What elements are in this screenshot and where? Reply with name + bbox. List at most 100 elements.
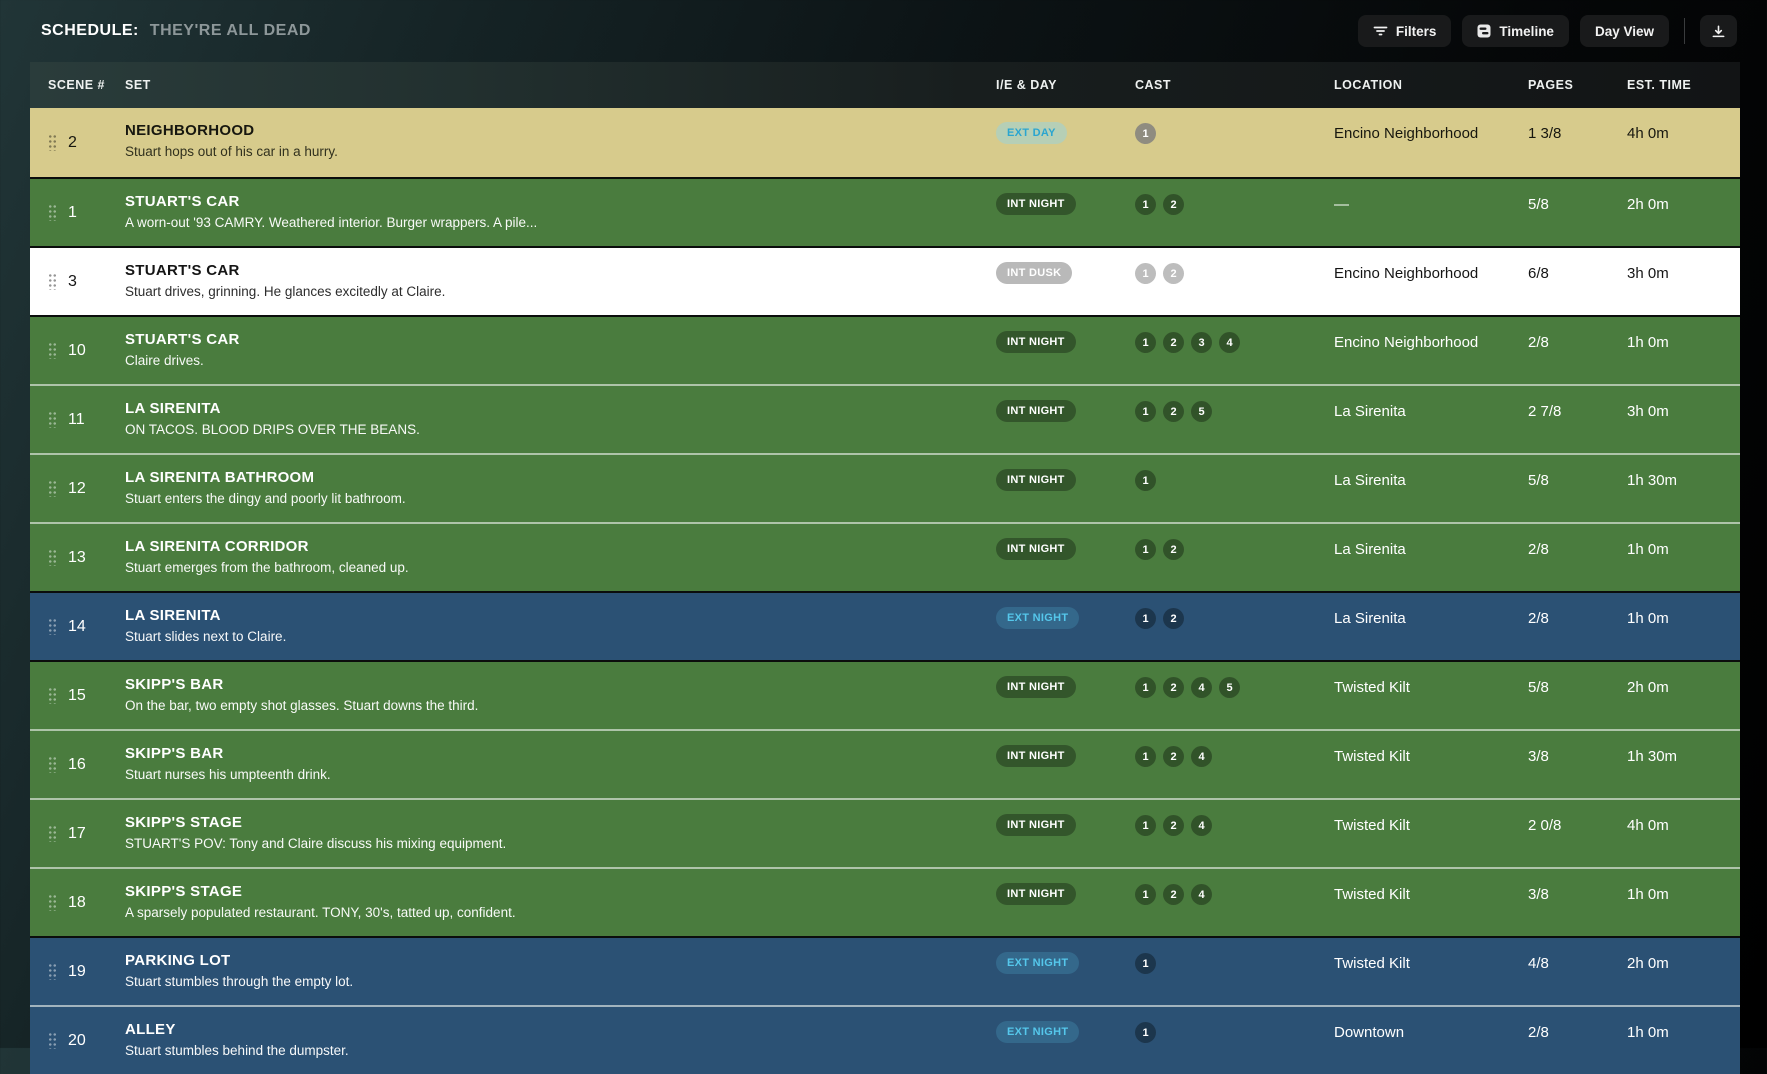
ie-day-cell: INT NIGHT	[992, 524, 1135, 591]
timeline-button[interactable]: Timeline	[1462, 15, 1569, 47]
cast-member-badge[interactable]: 2	[1163, 815, 1184, 836]
scene-cell: 12	[30, 455, 125, 522]
drag-handle-icon[interactable]	[48, 963, 57, 980]
cast-member-badge[interactable]: 2	[1163, 263, 1184, 284]
scene-row[interactable]: 3 STUART'S CAR Stuart drives, grinning. …	[30, 246, 1740, 315]
ie-day-badge: INT NIGHT	[996, 400, 1076, 422]
set-cell: ALLEY Stuart stumbles behind the dumpste…	[125, 1007, 992, 1074]
scene-row[interactable]: 10 STUART'S CAR Claire drives. INT NIGHT…	[30, 315, 1740, 384]
cast-member-badge[interactable]: 5	[1191, 401, 1212, 422]
scene-row[interactable]: 14 LA SIRENITA Stuart slides next to Cla…	[30, 591, 1740, 660]
ie-day-badge: INT NIGHT	[996, 814, 1076, 836]
cast-member-badge[interactable]: 1	[1135, 539, 1156, 560]
drag-handle-icon[interactable]	[48, 618, 57, 635]
scene-row[interactable]: 13 LA SIRENITA CORRIDOR Stuart emerges f…	[30, 522, 1740, 591]
cast-member-badge[interactable]: 4	[1191, 815, 1212, 836]
drag-handle-icon[interactable]	[48, 342, 57, 359]
cast-member-badge[interactable]: 2	[1163, 677, 1184, 698]
col-header-location: LOCATION	[1330, 78, 1528, 92]
cast-member-badge[interactable]: 4	[1191, 746, 1212, 767]
ie-day-cell: EXT NIGHT	[992, 1007, 1135, 1074]
cast-member-badge[interactable]: 1	[1135, 953, 1156, 974]
drag-handle-icon[interactable]	[48, 825, 57, 842]
set-cell: STUART'S CAR Claire drives.	[125, 317, 992, 384]
filters-button[interactable]: Filters	[1358, 15, 1452, 47]
drag-handle-icon[interactable]	[48, 411, 57, 428]
set-cell: STUART'S CAR Stuart drives, grinning. He…	[125, 248, 992, 315]
scene-row[interactable]: 19 PARKING LOT Stuart stumbles through t…	[30, 936, 1740, 1005]
drag-handle-icon[interactable]	[48, 273, 57, 290]
cast-member-badge[interactable]: 2	[1163, 539, 1184, 560]
drag-handle-icon[interactable]	[48, 894, 57, 911]
cast-member-badge[interactable]: 1	[1135, 470, 1156, 491]
cast-member-badge[interactable]: 3	[1191, 332, 1212, 353]
cast-member-badge[interactable]: 2	[1163, 332, 1184, 353]
scene-row[interactable]: 18 SKIPP'S STAGE A sparsely populated re…	[30, 867, 1740, 936]
cast-member-badge[interactable]: 1	[1135, 332, 1156, 353]
scene-row[interactable]: 1 STUART'S CAR A worn-out '93 CAMRY. Wea…	[30, 177, 1740, 246]
cast-member-badge[interactable]: 1	[1135, 815, 1156, 836]
scene-row[interactable]: 2 NEIGHBORHOOD Stuart hops out of his ca…	[30, 108, 1740, 177]
cast-member-badge[interactable]: 2	[1163, 884, 1184, 905]
cast-member-badge[interactable]: 4	[1191, 677, 1212, 698]
drag-handle-icon[interactable]	[48, 480, 57, 497]
drag-handle-icon[interactable]	[48, 756, 57, 773]
scene-description: ON TACOS. BLOOD DRIPS OVER THE BEANS.	[125, 422, 992, 437]
cast-badges: 12	[1135, 593, 1330, 660]
scene-cell: 16	[30, 731, 125, 798]
drag-handle-icon[interactable]	[48, 549, 57, 566]
drag-handle-icon[interactable]	[48, 134, 57, 151]
cast-member-badge[interactable]: 1	[1135, 194, 1156, 215]
scene-description: Stuart enters the dingy and poorly lit b…	[125, 491, 992, 506]
pages-text: 5/8	[1528, 662, 1623, 729]
scene-row[interactable]: 12 LA SIRENITA BATHROOM Stuart enters th…	[30, 453, 1740, 522]
est-time-text: 1h 0m	[1623, 1007, 1740, 1074]
cast-member-badge[interactable]: 1	[1135, 263, 1156, 284]
scene-row[interactable]: 15 SKIPP'S BAR On the bar, two empty sho…	[30, 660, 1740, 729]
day-view-button[interactable]: Day View	[1580, 15, 1669, 47]
scene-row[interactable]: 17 SKIPP'S STAGE STUART'S POV: Tony and …	[30, 798, 1740, 867]
cast-member-badge[interactable]: 2	[1163, 608, 1184, 629]
cast-member-badge[interactable]: 1	[1135, 884, 1156, 905]
drag-handle-icon[interactable]	[48, 1032, 57, 1049]
scene-cell: 10	[30, 317, 125, 384]
cast-member-badge[interactable]: 5	[1219, 677, 1240, 698]
scene-description: A sparsely populated restaurant. TONY, 3…	[125, 905, 992, 920]
cast-member-badge[interactable]: 1	[1135, 746, 1156, 767]
location-text: Twisted Kilt	[1330, 938, 1528, 1005]
topbar: SCHEDULE: THEY'RE ALL DEAD Filters	[0, 0, 1767, 62]
cast-member-badge[interactable]: 1	[1135, 123, 1156, 144]
set-cell: PARKING LOT Stuart stumbles through the …	[125, 938, 992, 1005]
cast-member-badge[interactable]: 2	[1163, 746, 1184, 767]
scene-row[interactable]: 20 ALLEY Stuart stumbles behind the dump…	[30, 1005, 1740, 1074]
download-button[interactable]	[1700, 15, 1737, 47]
scene-row[interactable]: 16 SKIPP'S BAR Stuart nurses his umpteen…	[30, 729, 1740, 798]
cast-member-badge[interactable]: 1	[1135, 1022, 1156, 1043]
cast-member-badge[interactable]: 2	[1163, 401, 1184, 422]
scene-description: Stuart stumbles behind the dumpster.	[125, 1043, 992, 1058]
timeline-button-label: Timeline	[1499, 24, 1554, 39]
scene-cell: 13	[30, 524, 125, 591]
timeline-icon	[1477, 24, 1491, 38]
cast-member-badge[interactable]: 4	[1191, 884, 1212, 905]
scene-number: 10	[68, 342, 86, 360]
location-text: Twisted Kilt	[1330, 869, 1528, 936]
drag-handle-icon[interactable]	[48, 687, 57, 704]
drag-handle-icon[interactable]	[48, 204, 57, 221]
scene-cell: 15	[30, 662, 125, 729]
cast-member-badge[interactable]: 4	[1219, 332, 1240, 353]
ie-day-badge: INT NIGHT	[996, 676, 1076, 698]
est-time-text: 1h 30m	[1623, 731, 1740, 798]
set-cell: LA SIRENITA ON TACOS. BLOOD DRIPS OVER T…	[125, 386, 992, 453]
scene-description: Stuart drives, grinning. He glances exci…	[125, 284, 992, 299]
col-header-pages: PAGES	[1528, 78, 1623, 92]
set-name: SKIPP'S STAGE	[125, 815, 992, 831]
cast-member-badge[interactable]: 1	[1135, 401, 1156, 422]
est-time-text: 1h 0m	[1623, 524, 1740, 591]
scene-row[interactable]: 11 LA SIRENITA ON TACOS. BLOOD DRIPS OVE…	[30, 384, 1740, 453]
filter-icon	[1373, 24, 1388, 38]
cast-member-badge[interactable]: 1	[1135, 677, 1156, 698]
cast-member-badge[interactable]: 1	[1135, 608, 1156, 629]
cast-member-badge[interactable]: 2	[1163, 194, 1184, 215]
ie-day-cell: EXT NIGHT	[992, 593, 1135, 660]
